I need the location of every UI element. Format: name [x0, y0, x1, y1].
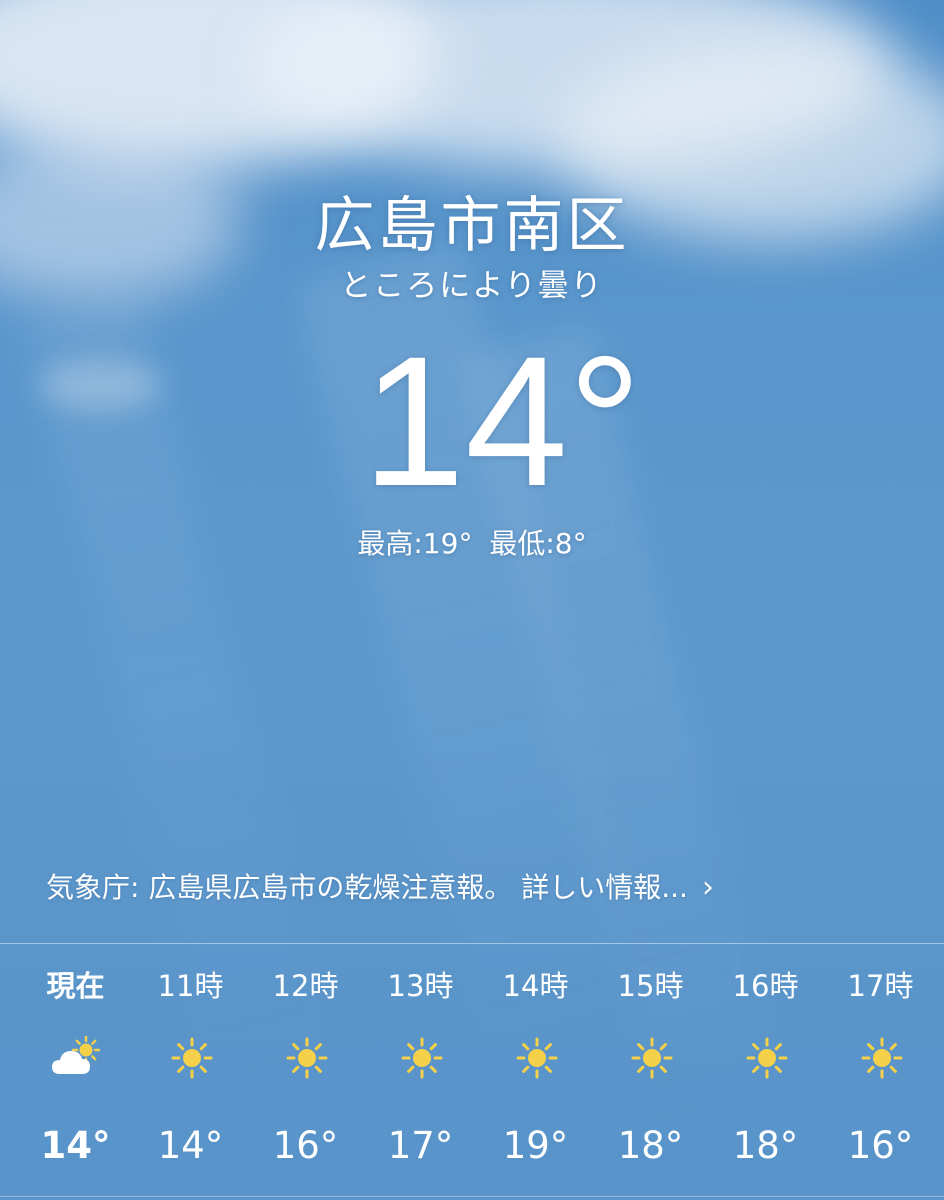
sun-icon: [745, 1036, 789, 1080]
sun-icon: [400, 1036, 444, 1080]
hourly-forecast[interactable]: 現在 14° 11時 14° 12時 16° 13時 17° 14時 19° 15時 18° 16時 18…: [18, 960, 938, 1180]
city-name: 広島市南区: [314, 191, 630, 261]
hour-label: 15時: [617, 969, 684, 1003]
weather-condition: ところにより曇り: [340, 268, 604, 304]
hour-temperature: 14°: [157, 1124, 224, 1167]
partly-cloudy-icon: [50, 1035, 104, 1080]
hour-label: 16時: [732, 969, 799, 1003]
hourly-item: 13時 17°: [363, 960, 478, 1180]
divider: [0, 943, 944, 944]
hourly-item: 15時 18°: [593, 960, 708, 1180]
hourly-item: 現在 14°: [18, 960, 133, 1180]
hour-label: 現在: [46, 969, 105, 1003]
hour-label: 14時: [502, 969, 569, 1003]
weather-alert-link[interactable]: 気象庁: 広島県広島市の乾燥注意報。 詳しい情報... ›: [46, 864, 906, 912]
hourly-item: 12時 16°: [248, 960, 363, 1180]
divider: [0, 1196, 944, 1197]
sun-icon: [860, 1036, 904, 1080]
high-temperature: 最高:19°: [357, 527, 473, 560]
low-temperature: 最低:8°: [489, 527, 587, 560]
sun-icon: [170, 1036, 214, 1080]
hour-label: 13時: [387, 969, 454, 1003]
hourly-item: 14時 19°: [478, 960, 593, 1180]
sun-icon: [515, 1036, 559, 1080]
hour-label: 12時: [272, 969, 339, 1003]
sun-icon: [630, 1036, 674, 1080]
hour-temperature: 14°: [40, 1124, 111, 1167]
hour-temperature: 16°: [272, 1124, 339, 1167]
hour-temperature: 16°: [847, 1124, 914, 1167]
hour-temperature: 18°: [617, 1124, 684, 1167]
hourly-item: 17時 16°: [823, 960, 938, 1180]
hour-label: 11時: [157, 969, 224, 1003]
hour-temperature: 18°: [732, 1124, 799, 1167]
hour-temperature: 17°: [387, 1124, 454, 1167]
hourly-item: 11時 14°: [133, 960, 248, 1180]
alert-text: 気象庁: 広島県広島市の乾燥注意報。 詳しい情報...: [46, 871, 688, 904]
hour-temperature: 19°: [502, 1124, 569, 1167]
high-low: 最高:19° 最低:8°: [0, 524, 944, 564]
sun-icon: [285, 1036, 329, 1080]
current-temperature: 14°: [362, 319, 642, 525]
chevron-right-icon: ›: [701, 870, 714, 905]
hour-label: 17時: [847, 969, 914, 1003]
location-header: 広島市南区 ところにより曇り: [0, 188, 944, 306]
current-temperature-block: 14°: [0, 330, 944, 515]
hourly-item: 16時 18°: [708, 960, 823, 1180]
